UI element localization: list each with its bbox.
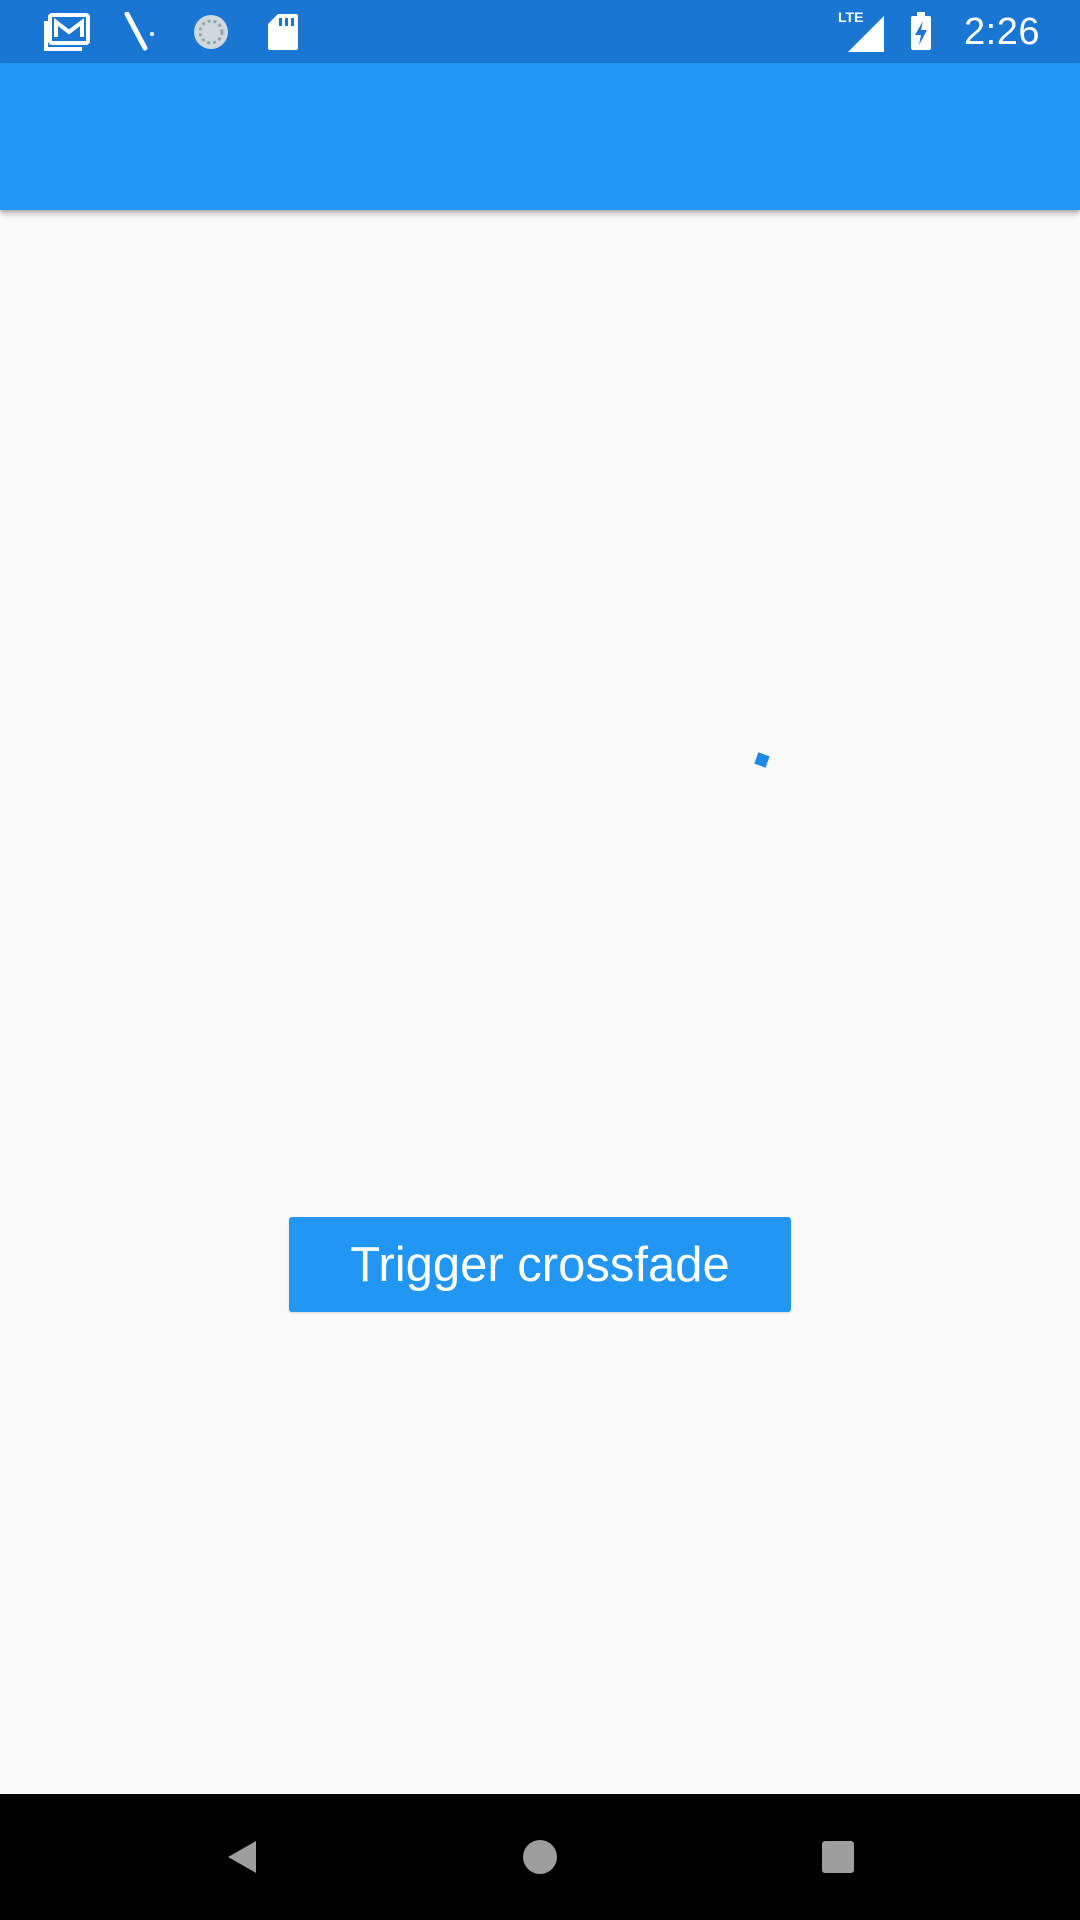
sync-icon (188, 10, 234, 54)
back-icon[interactable] (207, 1822, 277, 1892)
screen: LTE 2:26 Trigger crossfade (0, 0, 1080, 1920)
navigation-bar (0, 1794, 1080, 1920)
trigger-crossfade-button[interactable]: Trigger crossfade (289, 1217, 791, 1312)
gmail-icon (44, 10, 90, 54)
status-bar: LTE 2:26 (0, 0, 1080, 63)
recents-icon[interactable] (803, 1822, 873, 1892)
status-clock: 2:26 (964, 10, 1040, 53)
main-content: Trigger crossfade (0, 210, 1080, 1794)
signal-icon: LTE (838, 8, 888, 56)
crossfade-image (754, 752, 770, 768)
sd-card-icon (260, 10, 306, 54)
system-status: LTE 2:26 (838, 8, 1040, 56)
battery-charging-icon (906, 10, 936, 54)
network-type-label: LTE (838, 9, 863, 25)
notification-icons (44, 10, 306, 54)
app-bar (0, 63, 1080, 210)
home-icon[interactable] (505, 1822, 575, 1892)
pen-icon (116, 10, 162, 54)
